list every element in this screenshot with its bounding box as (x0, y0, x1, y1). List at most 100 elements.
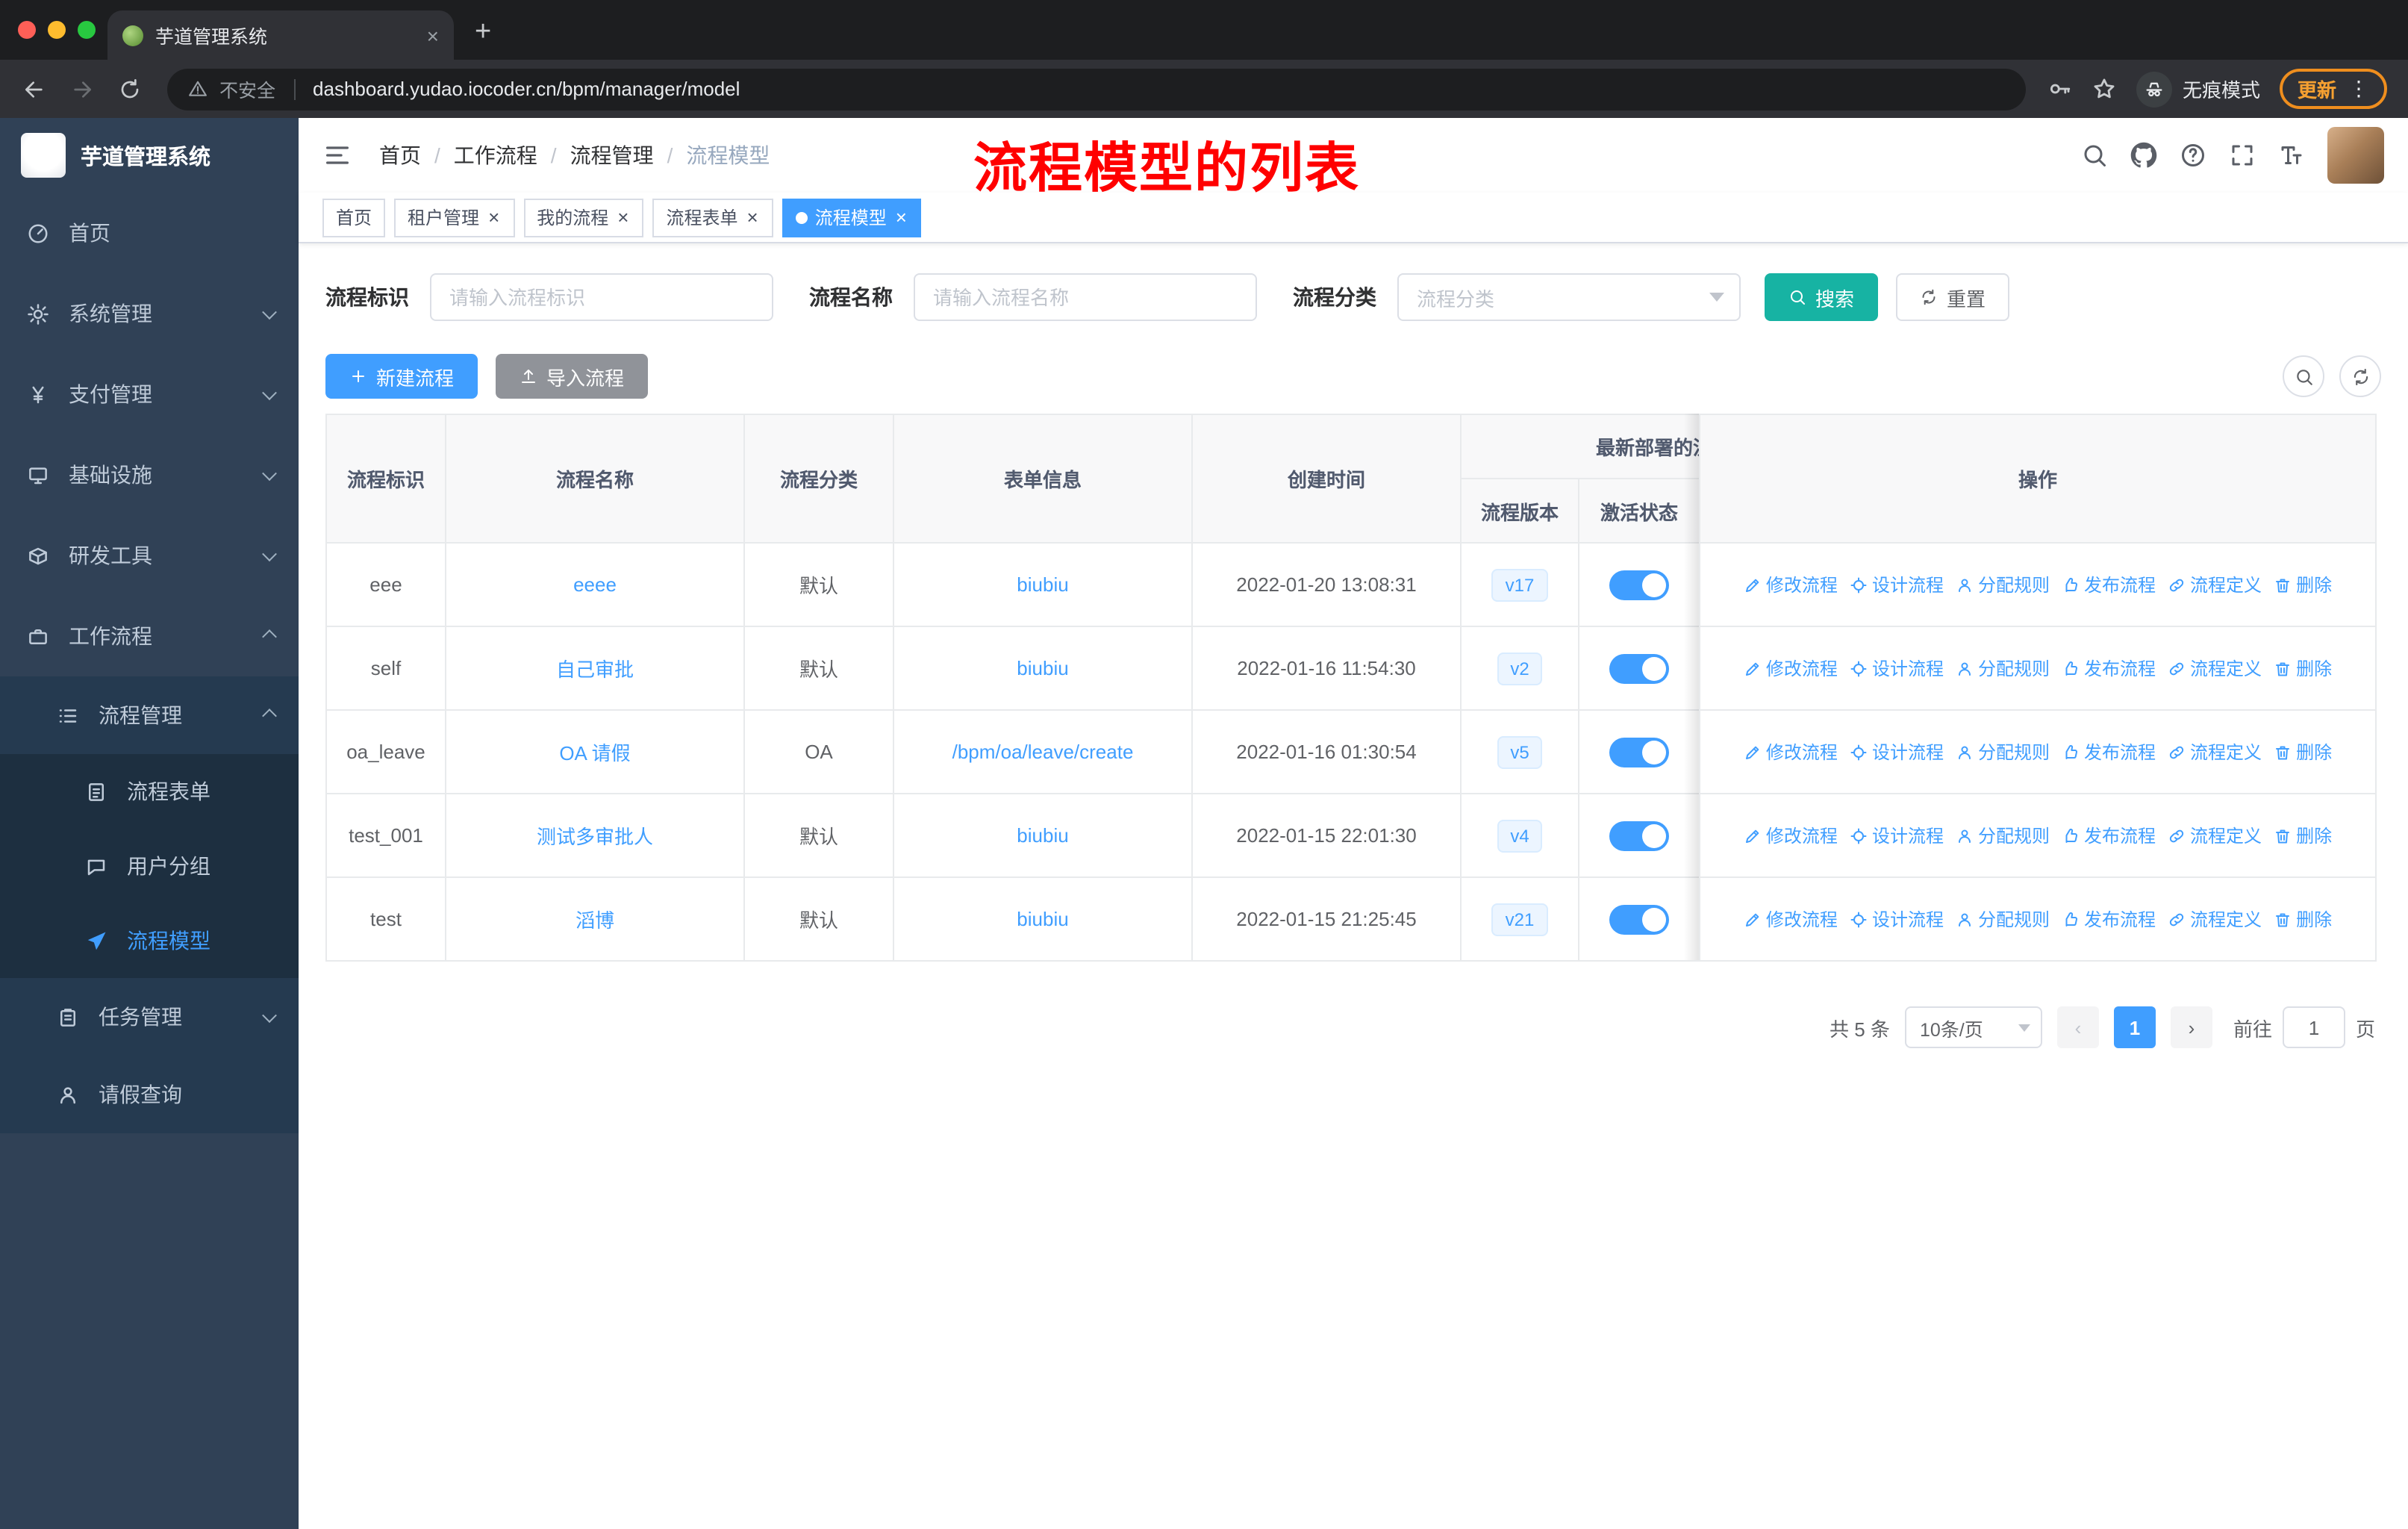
search-button[interactable]: 搜索 (1765, 273, 1879, 321)
active-toggle[interactable] (1609, 653, 1669, 683)
new-tab-button[interactable]: + (475, 16, 491, 49)
show-search-button[interactable] (2283, 355, 2324, 397)
reload-button[interactable] (107, 66, 152, 111)
design-process-link[interactable]: 设计流程 (1850, 572, 1944, 597)
edit-process-link[interactable]: 修改流程 (1744, 655, 1838, 681)
github-icon[interactable] (2130, 142, 2157, 169)
edit-process-link[interactable]: 修改流程 (1744, 906, 1838, 932)
process-definition-link[interactable]: 流程定义 (2168, 739, 2262, 764)
form-info-link[interactable]: biubiu (1017, 657, 1068, 679)
page-size-select[interactable]: 10条/页 (1904, 1006, 2042, 1048)
close-icon[interactable]: × (894, 208, 908, 227)
user-avatar[interactable] (2327, 127, 2384, 184)
import-process-button[interactable]: 导入流程 (496, 354, 649, 399)
sidebar-item-leave-query[interactable]: 请假查询 (0, 1056, 299, 1133)
process-name-link[interactable]: 滔博 (576, 909, 614, 932)
close-icon[interactable]: × (746, 208, 760, 227)
publish-process-link[interactable]: 发布流程 (2062, 572, 2156, 597)
version-badge[interactable]: v2 (1497, 652, 1543, 685)
sidebar-item-system[interactable]: 系统管理 (0, 273, 299, 354)
process-definition-link[interactable]: 流程定义 (2168, 572, 2262, 597)
breadcrumb-item[interactable]: 工作流程 (454, 140, 537, 170)
edit-process-link[interactable]: 修改流程 (1744, 572, 1838, 597)
active-toggle[interactable] (1609, 570, 1669, 600)
browser-menu-icon[interactable]: ⋮ (2348, 76, 2369, 102)
view-tab[interactable]: 我的流程 × (523, 198, 644, 237)
font-size-icon[interactable] (2278, 142, 2305, 169)
active-toggle[interactable] (1609, 820, 1669, 850)
active-toggle[interactable] (1609, 737, 1669, 767)
next-page-button[interactable]: › (2170, 1006, 2212, 1048)
back-button[interactable] (12, 66, 57, 111)
delete-link[interactable]: 删除 (2274, 823, 2332, 848)
prev-page-button[interactable]: ‹ (2056, 1006, 2099, 1048)
publish-process-link[interactable]: 发布流程 (2062, 823, 2156, 848)
category-select[interactable]: 流程分类 (1397, 273, 1741, 321)
sidebar-item-process-model[interactable]: 流程模型 (0, 903, 299, 978)
view-tab[interactable]: 流程表单 × (652, 198, 773, 237)
fullscreen-icon[interactable] (2229, 142, 2256, 169)
version-badge[interactable]: v4 (1497, 819, 1543, 852)
publish-process-link[interactable]: 发布流程 (2062, 906, 2156, 932)
version-badge[interactable]: v5 (1497, 735, 1543, 768)
browser-tab[interactable]: 芋道管理系统 × (107, 10, 454, 60)
design-process-link[interactable]: 设计流程 (1850, 739, 1944, 764)
process-name-input[interactable] (914, 273, 1257, 321)
sidebar-item-task-management[interactable]: 任务管理 (0, 978, 299, 1056)
assign-rule-link[interactable]: 分配规则 (1956, 906, 2050, 932)
hamburger-icon[interactable] (322, 140, 352, 170)
delete-link[interactable]: 删除 (2274, 739, 2332, 764)
minimize-window-button[interactable] (48, 21, 66, 39)
process-definition-link[interactable]: 流程定义 (2168, 655, 2262, 681)
goto-page-input[interactable] (2282, 1006, 2345, 1048)
view-tab[interactable]: 租户管理 × (394, 198, 515, 237)
create-process-button[interactable]: 新建流程 (325, 354, 478, 399)
form-info-link[interactable]: /bpm/oa/leave/create (952, 741, 1134, 763)
process-definition-link[interactable]: 流程定义 (2168, 906, 2262, 932)
process-id-input[interactable] (430, 273, 773, 321)
key-icon[interactable] (2047, 76, 2072, 102)
process-name-link[interactable]: OA 请假 (559, 742, 630, 764)
breadcrumb-item[interactable]: 流程管理 (570, 140, 654, 170)
view-tab[interactable]: 首页 (322, 198, 386, 237)
edit-process-link[interactable]: 修改流程 (1744, 823, 1838, 848)
assign-rule-link[interactable]: 分配规则 (1956, 655, 2050, 681)
browser-update-button[interactable]: 更新 ⋮ (2279, 69, 2387, 109)
close-icon[interactable]: × (616, 208, 630, 227)
delete-link[interactable]: 删除 (2274, 572, 2332, 597)
page-number-button[interactable]: 1 (2113, 1006, 2156, 1048)
zoom-window-button[interactable] (78, 21, 96, 39)
version-badge[interactable]: v17 (1491, 568, 1548, 601)
edit-process-link[interactable]: 修改流程 (1744, 739, 1838, 764)
delete-link[interactable]: 删除 (2274, 906, 2332, 932)
assign-rule-link[interactable]: 分配规则 (1956, 823, 2050, 848)
design-process-link[interactable]: 设计流程 (1850, 823, 1944, 848)
refresh-table-button[interactable] (2339, 355, 2381, 397)
tab-close-icon[interactable]: × (427, 25, 439, 46)
active-toggle[interactable] (1609, 904, 1669, 934)
process-name-link[interactable]: 自己审批 (556, 658, 634, 681)
sidebar-item-process-form[interactable]: 流程表单 (0, 754, 299, 829)
version-badge[interactable]: v21 (1491, 903, 1548, 935)
help-icon[interactable] (2180, 142, 2206, 169)
sidebar-item-payment[interactable]: 支付管理 (0, 354, 299, 435)
close-icon[interactable]: × (487, 208, 501, 227)
assign-rule-link[interactable]: 分配规则 (1956, 572, 2050, 597)
close-window-button[interactable] (18, 21, 36, 39)
search-icon[interactable] (2081, 142, 2108, 169)
assign-rule-link[interactable]: 分配规则 (1956, 739, 2050, 764)
forward-button[interactable] (60, 66, 105, 111)
sidebar-item-devtools[interactable]: 研发工具 (0, 515, 299, 596)
publish-process-link[interactable]: 发布流程 (2062, 655, 2156, 681)
design-process-link[interactable]: 设计流程 (1850, 655, 1944, 681)
process-name-link[interactable]: eeee (573, 573, 617, 596)
form-info-link[interactable]: biubiu (1017, 573, 1068, 596)
delete-link[interactable]: 删除 (2274, 655, 2332, 681)
form-info-link[interactable]: biubiu (1017, 824, 1068, 847)
breadcrumb-item[interactable]: 首页 (379, 140, 421, 170)
reset-button[interactable]: 重置 (1896, 273, 2010, 321)
sidebar-item-home[interactable]: 首页 (0, 193, 299, 273)
sidebar-item-process-management[interactable]: 流程管理 (0, 676, 299, 754)
sidebar-item-infrastructure[interactable]: 基础设施 (0, 435, 299, 515)
bookmark-star-icon[interactable] (2092, 76, 2117, 102)
